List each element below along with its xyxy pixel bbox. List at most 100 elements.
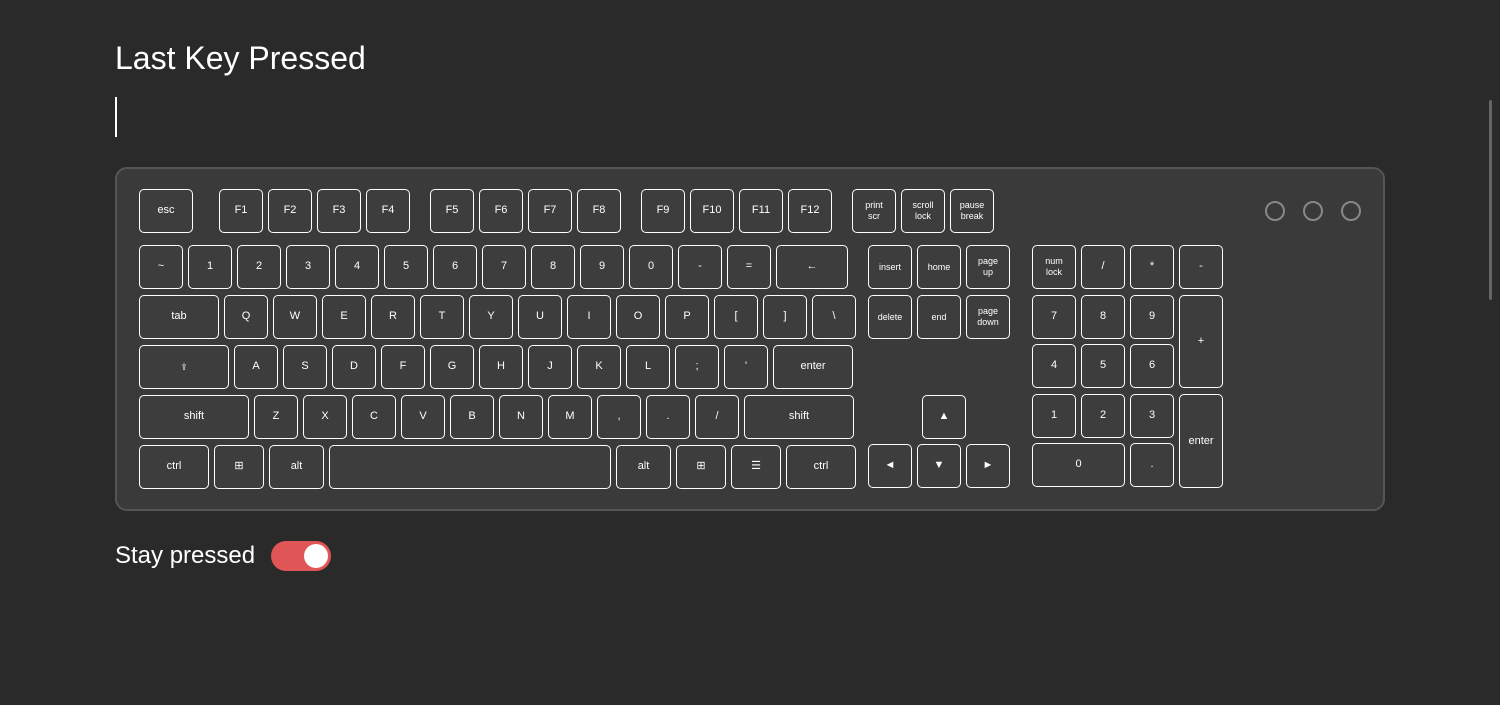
- key-arrow-right[interactable]: ►: [966, 444, 1010, 488]
- key-comma[interactable]: ,: [597, 395, 641, 439]
- stay-pressed-toggle[interactable]: [271, 541, 331, 571]
- key-f[interactable]: F: [381, 345, 425, 389]
- key-ctrl-left[interactable]: ctrl: [139, 445, 209, 489]
- key-4[interactable]: 4: [335, 245, 379, 289]
- key-page-down[interactable]: pagedown: [966, 295, 1010, 339]
- key-f12[interactable]: F12: [788, 189, 832, 233]
- key-f7[interactable]: F7: [528, 189, 572, 233]
- key-num-4[interactable]: 4: [1032, 344, 1076, 388]
- key-alt-right[interactable]: alt: [616, 445, 671, 489]
- key-ctrl-right[interactable]: ctrl: [786, 445, 856, 489]
- key-v[interactable]: V: [401, 395, 445, 439]
- key-y[interactable]: Y: [469, 295, 513, 339]
- key-f8[interactable]: F8: [577, 189, 621, 233]
- key-0[interactable]: 0: [629, 245, 673, 289]
- key-num-enter[interactable]: enter: [1179, 394, 1223, 488]
- key-esc[interactable]: esc: [139, 189, 193, 233]
- key-q[interactable]: Q: [224, 295, 268, 339]
- key-enter[interactable]: enter: [773, 345, 853, 389]
- key-backtick[interactable]: ~: [139, 245, 183, 289]
- key-arrow-left[interactable]: ◄: [868, 444, 912, 488]
- key-f5[interactable]: F5: [430, 189, 474, 233]
- key-win-left[interactable]: ⊞: [214, 445, 264, 489]
- key-num-2[interactable]: 2: [1081, 394, 1125, 438]
- key-j[interactable]: J: [528, 345, 572, 389]
- key-arrow-down[interactable]: ▼: [917, 444, 961, 488]
- key-period[interactable]: .: [646, 395, 690, 439]
- key-i[interactable]: I: [567, 295, 611, 339]
- key-s[interactable]: S: [283, 345, 327, 389]
- key-f1[interactable]: F1: [219, 189, 263, 233]
- key-backspace[interactable]: ←: [776, 245, 848, 289]
- key-end[interactable]: end: [917, 295, 961, 339]
- key-t[interactable]: T: [420, 295, 464, 339]
- key-num-7[interactable]: 7: [1032, 295, 1076, 339]
- key-slash[interactable]: /: [695, 395, 739, 439]
- key-caps-lock[interactable]: ⇪: [139, 345, 229, 389]
- key-r[interactable]: R: [371, 295, 415, 339]
- key-a[interactable]: A: [234, 345, 278, 389]
- key-3[interactable]: 3: [286, 245, 330, 289]
- key-k[interactable]: K: [577, 345, 621, 389]
- key-b[interactable]: B: [450, 395, 494, 439]
- key-num-6[interactable]: 6: [1130, 344, 1174, 388]
- key-5[interactable]: 5: [384, 245, 428, 289]
- key-6[interactable]: 6: [433, 245, 477, 289]
- key-quote[interactable]: ': [724, 345, 768, 389]
- key-num-5[interactable]: 5: [1081, 344, 1125, 388]
- key-m[interactable]: M: [548, 395, 592, 439]
- key-num-slash[interactable]: /: [1081, 245, 1125, 289]
- key-w[interactable]: W: [273, 295, 317, 339]
- key-backslash[interactable]: \: [812, 295, 856, 339]
- key-arrow-up[interactable]: ▲: [922, 395, 966, 439]
- key-f11[interactable]: F11: [739, 189, 783, 233]
- key-num-dot[interactable]: .: [1130, 443, 1174, 487]
- key-lbracket[interactable]: [: [714, 295, 758, 339]
- key-home[interactable]: home: [917, 245, 961, 289]
- key-u[interactable]: U: [518, 295, 562, 339]
- key-z[interactable]: Z: [254, 395, 298, 439]
- key-num-0[interactable]: 0: [1032, 443, 1125, 487]
- key-num-9[interactable]: 9: [1130, 295, 1174, 339]
- key-g[interactable]: G: [430, 345, 474, 389]
- key-f10[interactable]: F10: [690, 189, 734, 233]
- key-pause-break[interactable]: pausebreak: [950, 189, 994, 233]
- key-space[interactable]: [329, 445, 611, 489]
- key-semicolon[interactable]: ;: [675, 345, 719, 389]
- key-alt-left[interactable]: alt: [269, 445, 324, 489]
- key-f4[interactable]: F4: [366, 189, 410, 233]
- key-e[interactable]: E: [322, 295, 366, 339]
- key-n[interactable]: N: [499, 395, 543, 439]
- key-win-right[interactable]: ⊞: [676, 445, 726, 489]
- key-minus[interactable]: -: [678, 245, 722, 289]
- key-tab[interactable]: tab: [139, 295, 219, 339]
- key-num-minus[interactable]: -: [1179, 245, 1223, 289]
- key-f9[interactable]: F9: [641, 189, 685, 233]
- key-page-up[interactable]: pageup: [966, 245, 1010, 289]
- key-num-plus[interactable]: +: [1179, 295, 1223, 388]
- key-scroll-lock[interactable]: scrolllock: [901, 189, 945, 233]
- key-num-8[interactable]: 8: [1081, 295, 1125, 339]
- key-f3[interactable]: F3: [317, 189, 361, 233]
- key-d[interactable]: D: [332, 345, 376, 389]
- key-equals[interactable]: =: [727, 245, 771, 289]
- key-f6[interactable]: F6: [479, 189, 523, 233]
- key-print-scr[interactable]: printscr: [852, 189, 896, 233]
- key-rbracket[interactable]: ]: [763, 295, 807, 339]
- key-9[interactable]: 9: [580, 245, 624, 289]
- key-num-asterisk[interactable]: *: [1130, 245, 1174, 289]
- key-delete[interactable]: delete: [868, 295, 912, 339]
- key-insert[interactable]: insert: [868, 245, 912, 289]
- key-7[interactable]: 7: [482, 245, 526, 289]
- key-o[interactable]: O: [616, 295, 660, 339]
- key-c[interactable]: C: [352, 395, 396, 439]
- key-num-1[interactable]: 1: [1032, 394, 1076, 438]
- key-l[interactable]: L: [626, 345, 670, 389]
- key-x[interactable]: X: [303, 395, 347, 439]
- key-num-lock[interactable]: numlock: [1032, 245, 1076, 289]
- key-p[interactable]: P: [665, 295, 709, 339]
- key-2[interactable]: 2: [237, 245, 281, 289]
- key-1[interactable]: 1: [188, 245, 232, 289]
- key-8[interactable]: 8: [531, 245, 575, 289]
- scrollbar[interactable]: [1489, 100, 1492, 300]
